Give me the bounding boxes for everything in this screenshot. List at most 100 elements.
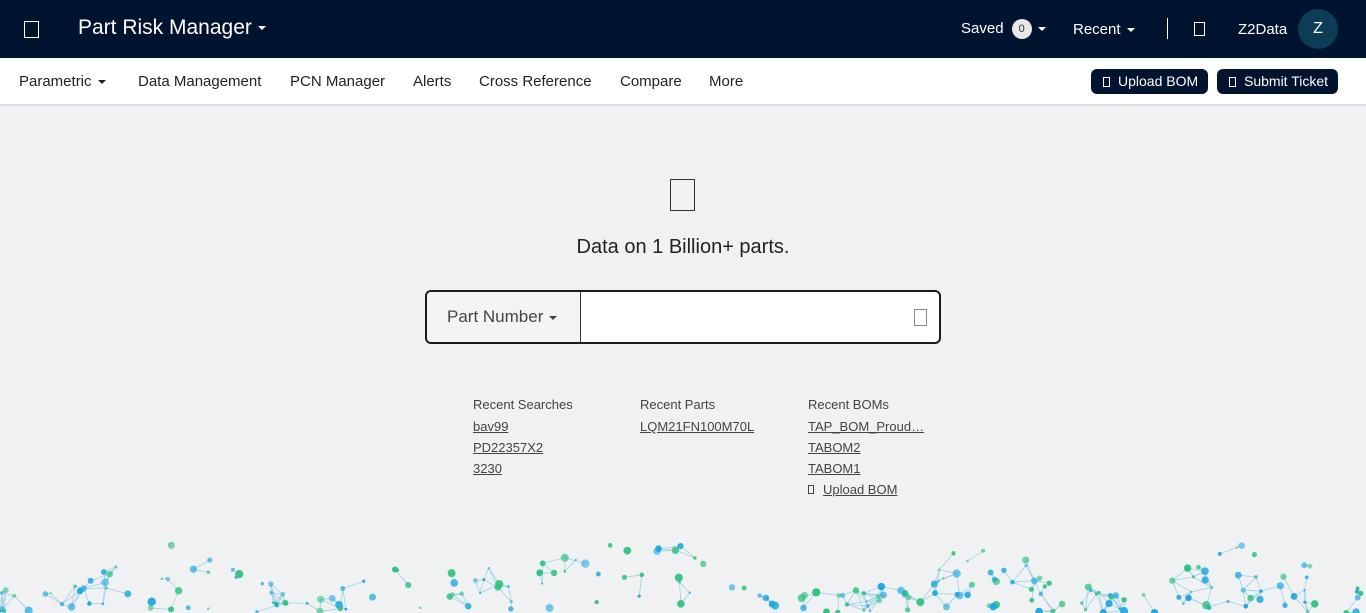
- network-node: [840, 592, 846, 598]
- network-node: [1303, 588, 1306, 592]
- network-node: [1196, 564, 1201, 570]
- network-node: [260, 582, 264, 586]
- network-decoration: [0, 541, 1364, 613]
- submit-ticket-button[interactable]: Submit Ticket: [1217, 69, 1339, 94]
- recent-boms-title: Recent BOMs: [808, 397, 889, 412]
- recent-bom-link[interactable]: TAP_BOM_Proud…: [808, 419, 924, 434]
- network-node: [1035, 607, 1043, 613]
- network-node: [104, 586, 108, 590]
- network-node: [812, 588, 821, 597]
- recent-part-link[interactable]: LQM21FN100M70L: [640, 419, 754, 434]
- nav-alerts[interactable]: Alerts: [413, 73, 451, 90]
- network-node: [508, 606, 514, 612]
- network-node: [560, 553, 569, 562]
- network-node: [1191, 575, 1196, 579]
- nav-cross-reference[interactable]: Cross Reference: [479, 73, 592, 90]
- network-node: [42, 591, 49, 597]
- nav-data-management[interactable]: Data Management: [138, 73, 261, 90]
- network-node: [563, 569, 567, 573]
- saved-count-badge: 0: [1011, 19, 1032, 39]
- upload-bom-link-label: Upload BOM: [823, 482, 898, 497]
- network-node: [595, 571, 601, 577]
- recent-parts: Recent Parts LQM21FN100M70L: [640, 397, 754, 440]
- network-node: [1304, 575, 1309, 580]
- recent-search-link[interactable]: PD22357X2: [473, 440, 573, 455]
- network-node: [1080, 601, 1084, 605]
- network-node: [1276, 582, 1284, 590]
- network-node: [875, 594, 881, 599]
- network-node: [100, 569, 107, 575]
- network-node: [1176, 594, 1182, 600]
- network-link: [638, 574, 643, 597]
- network-node: [1112, 592, 1119, 599]
- network-node: [124, 590, 132, 598]
- network-link: [1255, 576, 1262, 592]
- network-node: [1310, 600, 1319, 608]
- network-node: [771, 601, 780, 610]
- network-node: [581, 559, 590, 568]
- network-node: [1185, 594, 1192, 602]
- recent-bom-link[interactable]: TABOM1: [808, 461, 924, 476]
- network-node: [1141, 592, 1146, 597]
- network-node: [639, 572, 645, 578]
- network-node: [1094, 592, 1099, 596]
- saved-dropdown[interactable]: Saved 0: [961, 19, 1046, 39]
- nav-more[interactable]: More: [709, 73, 743, 90]
- network-node: [800, 604, 807, 612]
- network-node: [1201, 576, 1209, 584]
- network-node: [1010, 579, 1015, 585]
- nav-parametric[interactable]: Parametric: [19, 73, 106, 90]
- saved-label: Saved: [961, 19, 1004, 37]
- network-node: [1280, 573, 1287, 581]
- recent-search-link[interactable]: 3230: [473, 461, 573, 476]
- recent-parts-title: Recent Parts: [640, 397, 716, 412]
- network-node: [1354, 589, 1359, 594]
- app-switcher[interactable]: Part Risk Manager: [78, 16, 266, 40]
- network-node: [1024, 564, 1028, 568]
- nav-compare[interactable]: Compare: [620, 73, 682, 90]
- network-node: [671, 546, 680, 554]
- menu-icon[interactable]: [24, 21, 39, 38]
- network-node: [674, 573, 683, 582]
- network-node: [395, 568, 400, 572]
- main-nav: Parametric Data Management PCN Manager A…: [0, 58, 1366, 106]
- network-node: [989, 602, 997, 611]
- network-node: [623, 546, 632, 555]
- network-node: [160, 577, 163, 580]
- upload-bom-label: Upload BOM: [1118, 73, 1199, 89]
- network-node: [1235, 546, 1239, 549]
- network-node: [916, 598, 925, 607]
- search-icon[interactable]: [914, 309, 927, 326]
- recent-dropdown[interactable]: Recent: [1073, 21, 1135, 38]
- network-node: [700, 560, 707, 568]
- network-node: [1303, 600, 1307, 604]
- network-node: [1290, 593, 1298, 600]
- network-link: [1304, 577, 1308, 591]
- search-type-dropdown[interactable]: Part Number: [427, 292, 581, 342]
- network-node: [73, 584, 77, 588]
- network-node: [316, 607, 324, 613]
- network-link: [564, 559, 576, 572]
- network-node: [897, 586, 905, 595]
- network-node: [473, 578, 478, 583]
- network-node: [285, 602, 289, 606]
- network-node: [693, 556, 697, 560]
- network-node: [1240, 587, 1246, 593]
- recent-bom-link[interactable]: TABOM2: [808, 440, 924, 455]
- nav-pcn-manager[interactable]: PCN Manager: [290, 73, 385, 90]
- network-link: [967, 550, 984, 562]
- network-node: [862, 608, 866, 612]
- network-link: [1227, 601, 1246, 607]
- search-input[interactable]: [583, 292, 893, 342]
- network-node: [966, 559, 969, 563]
- upload-bom-link[interactable]: Upload BOM: [808, 482, 924, 497]
- network-link: [679, 581, 691, 594]
- network-node: [106, 570, 113, 578]
- network-node: [987, 569, 994, 576]
- notification-icon[interactable]: [1194, 22, 1205, 36]
- recent-search-link[interactable]: bav99: [473, 419, 573, 434]
- network-node: [1307, 563, 1313, 569]
- avatar[interactable]: Z: [1298, 9, 1338, 49]
- chevron-down-icon: [1037, 27, 1046, 31]
- upload-bom-button[interactable]: Upload BOM: [1091, 69, 1209, 94]
